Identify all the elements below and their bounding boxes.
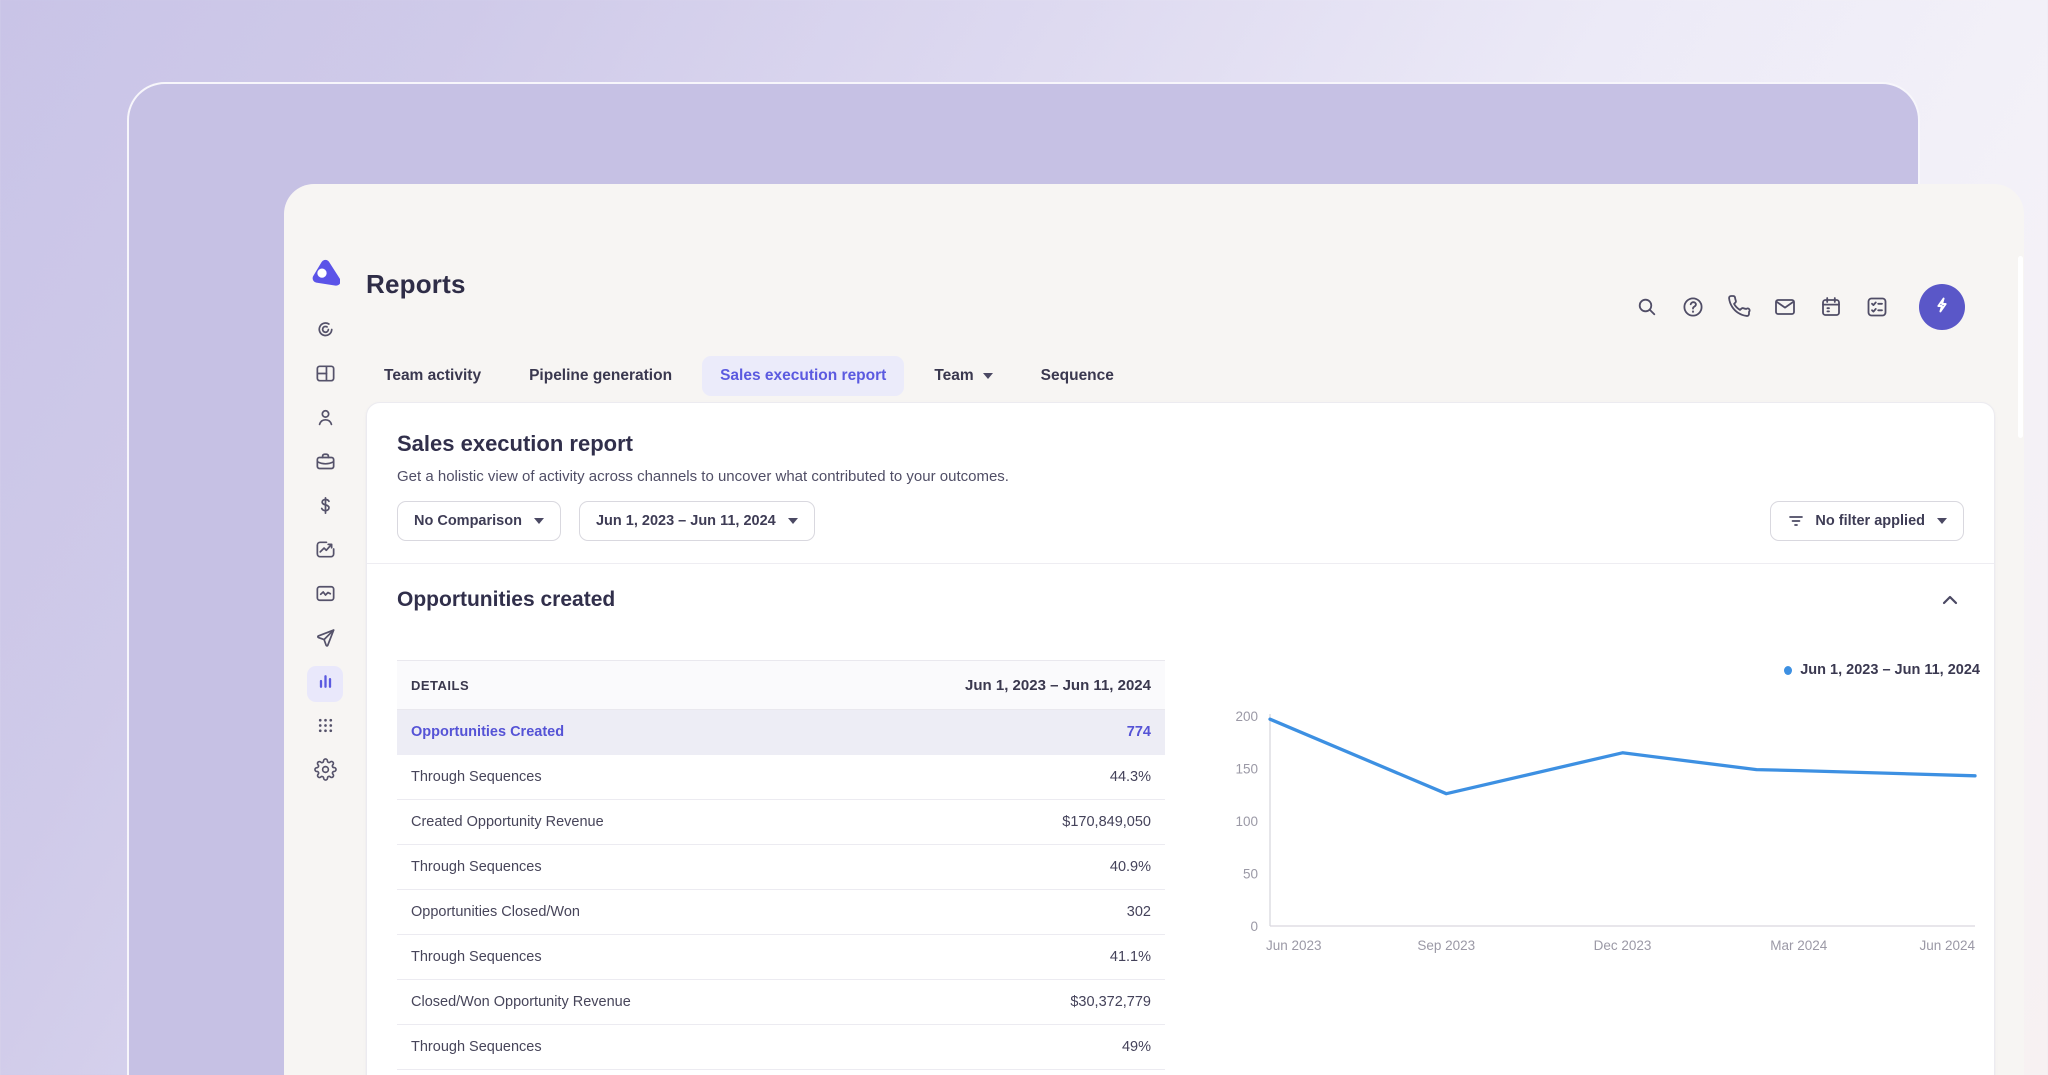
tab-sequence[interactable]: Sequence [1023, 356, 1132, 396]
svg-text:50: 50 [1243, 867, 1258, 882]
sidebar-item-analytics[interactable] [307, 534, 343, 570]
table-row[interactable]: Created Opportunity Revenue$170,849,050 [397, 800, 1165, 845]
activity-screen-icon [314, 582, 337, 610]
section-title: Opportunities created [397, 588, 615, 612]
chart-series-line [1270, 719, 1975, 794]
filter-dropdown[interactable]: No filter applied [1770, 501, 1964, 541]
table-row[interactable]: Through Sequences49% [397, 1025, 1165, 1070]
comparison-dropdown[interactable]: No Comparison [397, 501, 561, 541]
svg-text:150: 150 [1235, 762, 1258, 777]
table-row[interactable]: Closed/Won Opportunity Revenue$30,372,77… [397, 980, 1165, 1025]
sidebar-item-apps[interactable] [307, 710, 343, 746]
svg-text:Jun 2023: Jun 2023 [1266, 938, 1322, 953]
sidebar-item-settings[interactable] [307, 754, 343, 790]
mail-icon[interactable] [1773, 295, 1797, 319]
person-icon [314, 406, 337, 434]
tab-team-activity[interactable]: Team activity [366, 356, 499, 396]
legend-dot-icon [1784, 666, 1792, 675]
app-logo-icon[interactable] [310, 258, 340, 286]
line-chart: 0 50 100 150 200 Jun 2023 Sep 2023 Dec 2023 Mar … [1220, 686, 1980, 958]
date-range-dropdown[interactable]: Jun 1, 2023 – Jun 11, 2024 [579, 501, 815, 541]
spiral-icon [314, 318, 337, 346]
page-title: Reports [366, 256, 466, 330]
sidebar-item-activity[interactable] [307, 578, 343, 614]
svg-text:Sep 2023: Sep 2023 [1417, 938, 1475, 953]
paper-plane-icon [314, 626, 337, 654]
app-window: Reports Team activity Pipeline generatio… [127, 82, 1920, 1075]
chevron-up-icon[interactable] [1936, 586, 1964, 614]
table-row[interactable]: Through Sequences41.1% [397, 935, 1165, 980]
svg-text:Mar 2024: Mar 2024 [1770, 938, 1828, 953]
table-row[interactable]: Through Sequences44.3% [397, 755, 1165, 800]
user-avatar[interactable] [1919, 284, 1965, 330]
lightning-bolt-icon [1930, 293, 1954, 322]
scrollbar[interactable] [2018, 256, 2023, 438]
svg-text:Dec 2023: Dec 2023 [1594, 938, 1652, 953]
sidebar-item-sequences[interactable] [307, 622, 343, 658]
tab-team-dropdown[interactable]: Team [916, 356, 1010, 396]
report-title: Sales execution report [397, 429, 1964, 459]
briefcase-icon [314, 450, 337, 478]
chevron-down-icon [788, 518, 798, 524]
chart-ticks: 0 50 100 150 200 Jun 2023 Sep 2023 Dec 2023 Mar … [1235, 709, 1975, 953]
sidebar [284, 184, 366, 1075]
gear-icon [314, 758, 337, 786]
tab-sales-execution-report[interactable]: Sales execution report [702, 356, 904, 396]
sidebar-item-people[interactable] [307, 402, 343, 438]
svg-text:Jun 2024: Jun 2024 [1919, 938, 1975, 953]
sidebar-item-spiral[interactable] [307, 314, 343, 350]
table-header: DETAILS Jun 1, 2023 – Jun 11, 2024 [397, 660, 1165, 710]
help-icon[interactable] [1681, 295, 1705, 319]
chevron-down-icon [1937, 518, 1947, 524]
chevron-down-icon [983, 373, 993, 379]
header-actions [1635, 284, 1995, 330]
dollar-icon [314, 494, 337, 522]
filter-lines-icon [1787, 512, 1805, 530]
line-chart-panel: Jun 1, 2023 – Jun 11, 2024 0 50 100 150 200 J… [1220, 660, 1980, 1070]
table-row[interactable]: Opportunities Created774 [397, 710, 1165, 755]
sidebar-item-reports[interactable] [307, 666, 343, 702]
table-row[interactable]: Opportunities Closed/Won302 [397, 890, 1165, 935]
tasklist-icon[interactable] [1865, 295, 1889, 319]
layout-icon [314, 362, 337, 390]
report-description: Get a holistic view of activity across c… [397, 467, 1964, 487]
phone-icon[interactable] [1727, 295, 1751, 319]
chart-legend: Jun 1, 2023 – Jun 11, 2024 [1220, 660, 1980, 680]
table-row[interactable]: Through Sequences40.9% [397, 845, 1165, 890]
grid-dots-icon [314, 714, 337, 742]
bar-chart-icon [314, 670, 337, 698]
svg-text:0: 0 [1250, 919, 1258, 934]
report-tabs: Team activity Pipeline generation Sales … [366, 356, 1995, 396]
search-icon[interactable] [1635, 295, 1659, 319]
chevron-down-icon [534, 518, 544, 524]
sidebar-item-companies[interactable] [307, 446, 343, 482]
report-card: Sales execution report Get a holistic vi… [366, 402, 1995, 1075]
svg-text:200: 200 [1235, 709, 1258, 724]
sidebar-item-deals[interactable] [307, 490, 343, 526]
app-surface: Reports Team activity Pipeline generatio… [284, 184, 2024, 1075]
calendar-icon[interactable] [1819, 295, 1843, 319]
tab-pipeline-generation[interactable]: Pipeline generation [511, 356, 690, 396]
trend-chart-icon [314, 538, 337, 566]
svg-text:100: 100 [1235, 814, 1258, 829]
details-table: DETAILS Jun 1, 2023 – Jun 11, 2024 Oppor… [397, 660, 1165, 1070]
sidebar-item-layout[interactable] [307, 358, 343, 394]
